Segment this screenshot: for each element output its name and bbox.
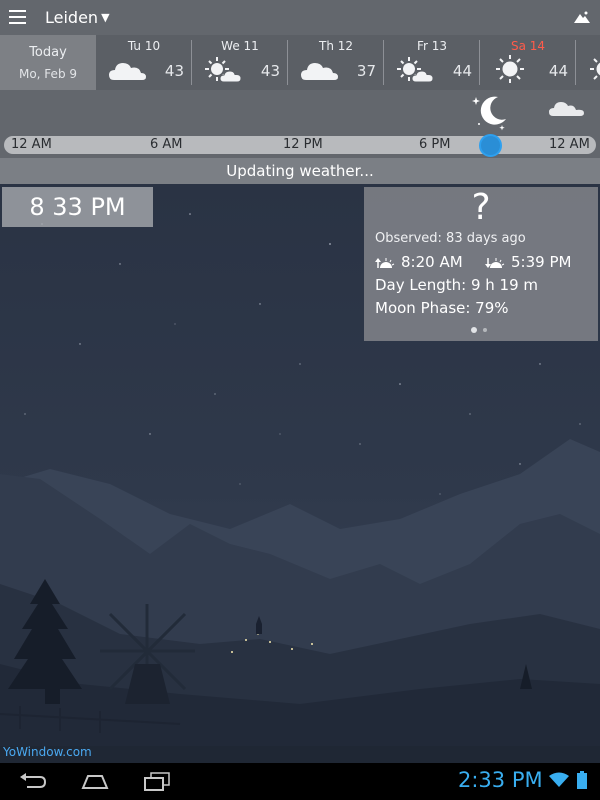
partly-sunny-icon (397, 57, 434, 83)
landscape-icon[interactable] (574, 11, 590, 23)
system-clock: 2:33 PM (458, 768, 543, 792)
forecast-day[interactable]: Tu 10 43 (96, 35, 192, 90)
brand-link[interactable]: YoWindow.com (3, 745, 92, 759)
forecast-day-partial[interactable] (576, 35, 600, 90)
forecast-temp: 44 (452, 62, 472, 80)
forecast-temp: 37 (356, 62, 376, 80)
sunset-icon (485, 258, 505, 268)
forecast-strip: Today Mo, Feb 9 Tu 10 43 We 11 43 Th 12 (0, 35, 600, 90)
sunrise-time: 8:20 AM (401, 253, 463, 271)
caret-down-icon: ▼ (101, 11, 110, 24)
menu-icon[interactable] (9, 10, 26, 24)
moon-phase: Moon Phase: 79% (375, 299, 509, 317)
local-time-display[interactable]: 8 33 PM (2, 187, 153, 227)
forecast-day[interactable]: Fr 13 44 (384, 35, 480, 90)
location-name: Leiden (45, 8, 99, 27)
sunset-time: 5:39 PM (511, 253, 572, 271)
forecast-day-name: Fr 13 (416, 39, 448, 53)
cloud-icon (109, 63, 146, 80)
home-icon[interactable] (80, 770, 110, 792)
partly-sunny-icon (205, 57, 242, 83)
time-slider-handle[interactable] (479, 134, 502, 157)
sunrise-icon (375, 258, 395, 268)
sun-icon (496, 55, 524, 83)
status-bar: Updating weather... (0, 158, 600, 184)
forecast-temp: 44 (548, 62, 568, 80)
timeline-tick: 12 AM (549, 137, 590, 152)
sunrise-row: 8:20 AM (375, 253, 463, 271)
recent-apps-icon[interactable] (142, 770, 172, 792)
observed-time: Observed: 83 days ago (375, 231, 526, 246)
forecast-temp: 43 (260, 62, 280, 80)
forecast-day-name: Sa 14 (510, 39, 546, 53)
forecast-temp: 43 (164, 62, 184, 80)
forecast-day[interactable]: Sa 14 44 (480, 35, 576, 90)
battery-icon (577, 771, 587, 789)
timeline-tick: 12 PM (283, 137, 323, 152)
timeline-tick: 12 AM (11, 137, 52, 152)
moon-icon (472, 96, 506, 131)
wifi-icon (549, 772, 569, 787)
timeline-tick: 6 PM (419, 137, 451, 152)
weather-info-card[interactable]: ? Observed: 83 days ago 8:20 AM 5:39 PM … (364, 187, 598, 341)
today-date: Mo, Feb 9 (18, 67, 78, 81)
forecast-day-name: We 11 (221, 39, 259, 53)
today-label: Today (29, 45, 67, 60)
forecast-day[interactable]: Th 12 37 (288, 35, 384, 90)
sunset-row: 5:39 PM (485, 253, 571, 271)
back-icon[interactable] (18, 770, 48, 792)
location-selector[interactable]: Leiden ▼ (45, 8, 110, 27)
forecast-day[interactable]: We 11 43 (192, 35, 288, 90)
timeline-tick: 6 AM (150, 137, 183, 152)
forecast-day-name: Tu 10 (127, 39, 161, 53)
day-length: Day Length: 9 h 19 m (375, 276, 539, 294)
page-indicator (469, 327, 493, 333)
sun-icon (590, 58, 600, 80)
current-condition: ? (471, 187, 491, 228)
forecast-day-today[interactable]: Today Mo, Feb 9 (0, 35, 96, 90)
cloud-icon (549, 102, 584, 116)
cloud-icon (301, 63, 338, 80)
forecast-day-name: Th 12 (318, 39, 354, 53)
